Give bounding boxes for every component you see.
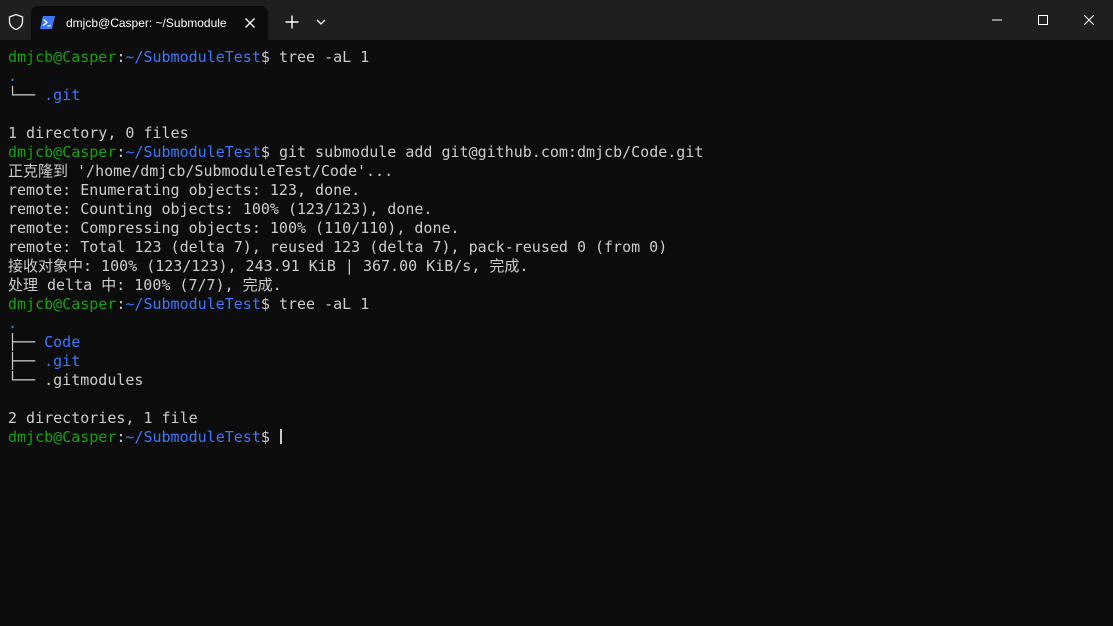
close-icon [1084,15,1094,25]
chevron-down-icon[interactable] [314,17,328,27]
output-line: 接收对象中: 100% (123/123), 243.91 KiB | 367.… [8,257,529,275]
tree-dir-name: .git [44,352,81,370]
tree-entry: ├── .git [8,352,1105,371]
command-text: tree -aL 1 [278,295,370,313]
prompt-user-host: dmjcb@Casper [8,143,117,161]
tree-branch: ├── [8,352,45,370]
tree-branch: └── [8,86,45,104]
output-line: remote: Compressing objects: 100% (110/1… [8,219,460,237]
maximize-icon [1038,15,1048,25]
minimize-icon [992,19,1002,21]
tree-summary: 2 directories, 1 file [8,409,198,427]
prompt-line: dmjcb@Casper:~/SubmoduleTest$ git submod… [8,143,1105,162]
new-tab-icon[interactable] [284,14,300,30]
maximize-button[interactable] [1020,0,1066,40]
command-text: tree -aL 1 [278,48,370,66]
title-bar: dmjcb@Casper: ~/Submodule [0,0,1113,40]
close-tab-icon[interactable] [241,14,259,32]
output-line: remote: Total 123 (delta 7), reused 123 … [8,238,668,256]
tree-file-name: .gitmodules [44,371,144,389]
tree-root: . [8,314,18,332]
tree-root: . [8,67,18,85]
output-line: 处理 delta 中: 100% (7/7), 完成. [8,276,282,294]
tree-entry: └── .git [8,86,1105,105]
close-window-button[interactable] [1066,0,1112,40]
tree-dir-name: Code [44,333,81,351]
prompt-symbol: $ [260,295,279,313]
command-text: git submodule add git@github.com:dmjcb/C… [278,143,704,161]
prompt-user-host: dmjcb@Casper [8,428,117,446]
tree-summary: 1 directory, 0 files [8,124,189,142]
tree-dir-name: .git [44,86,81,104]
text-cursor [279,429,282,444]
tree-entry: └── .gitmodules [8,371,1105,390]
terminal-output[interactable]: dmjcb@Casper:~/SubmoduleTest$ tree -aL 1… [8,48,1105,618]
output-line: remote: Enumerating objects: 123, done. [8,181,361,199]
tree-branch: ├── [8,333,45,351]
terminal-window: dmjcb@Casper: ~/Submodule dmjcb@Casper:~… [0,0,1113,626]
prompt-path: ~/SubmoduleTest [125,295,261,313]
shield-icon [8,13,24,31]
tab-title: dmjcb@Casper: ~/Submodule [66,16,226,30]
prompt-user-host: dmjcb@Casper [8,295,117,313]
prompt-symbol: $ [260,48,279,66]
tree-entry: ├── Code [8,333,1105,352]
prompt-symbol: $ [260,428,279,446]
tree-branch: └── [8,371,45,389]
prompt-path: ~/SubmoduleTest [125,428,261,446]
prompt-line: dmjcb@Casper:~/SubmoduleTest$ tree -aL 1 [8,295,1105,314]
powershell-icon [40,16,55,29]
prompt-user-host: dmjcb@Casper [8,48,117,66]
prompt-path: ~/SubmoduleTest [125,48,261,66]
output-line: 正克隆到 '/home/dmjcb/SubmoduleTest/Code'... [8,162,394,180]
prompt-path: ~/SubmoduleTest [125,143,261,161]
tab-terminal[interactable]: dmjcb@Casper: ~/Submodule [31,6,268,40]
prompt-symbol: $ [260,143,279,161]
output-line: remote: Counting objects: 100% (123/123)… [8,200,433,218]
minimize-button[interactable] [974,0,1020,40]
prompt-line: dmjcb@Casper:~/SubmoduleTest$ [8,428,1105,447]
prompt-line: dmjcb@Casper:~/SubmoduleTest$ tree -aL 1 [8,48,1105,67]
